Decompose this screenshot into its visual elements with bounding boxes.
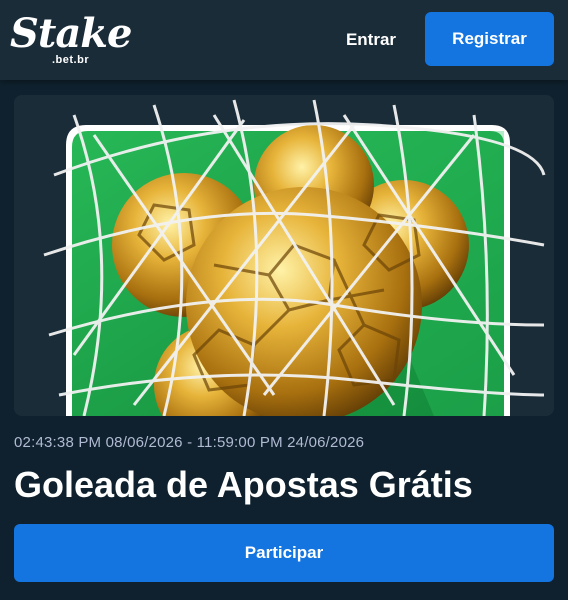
stake-logo[interactable]: Stake .bet.br xyxy=(10,10,132,68)
promo-title: Goleada de Apostas Grátis xyxy=(14,464,473,505)
top-header: Stake .bet.br Entrar Registrar xyxy=(0,0,568,80)
login-button[interactable]: Entrar xyxy=(330,20,412,60)
promo-banner-image[interactable] xyxy=(14,95,554,416)
logo-domain: .bet.br xyxy=(52,54,90,66)
register-button[interactable]: Registrar xyxy=(425,12,554,66)
logo-wordmark: Stake xyxy=(10,10,132,57)
golden-balls-net-illustration xyxy=(14,95,554,416)
promo-date-range: 02:43:38 PM 08/06/2026 - 11:59:00 PM 24/… xyxy=(14,434,365,451)
participate-button[interactable]: Participar xyxy=(14,524,554,582)
